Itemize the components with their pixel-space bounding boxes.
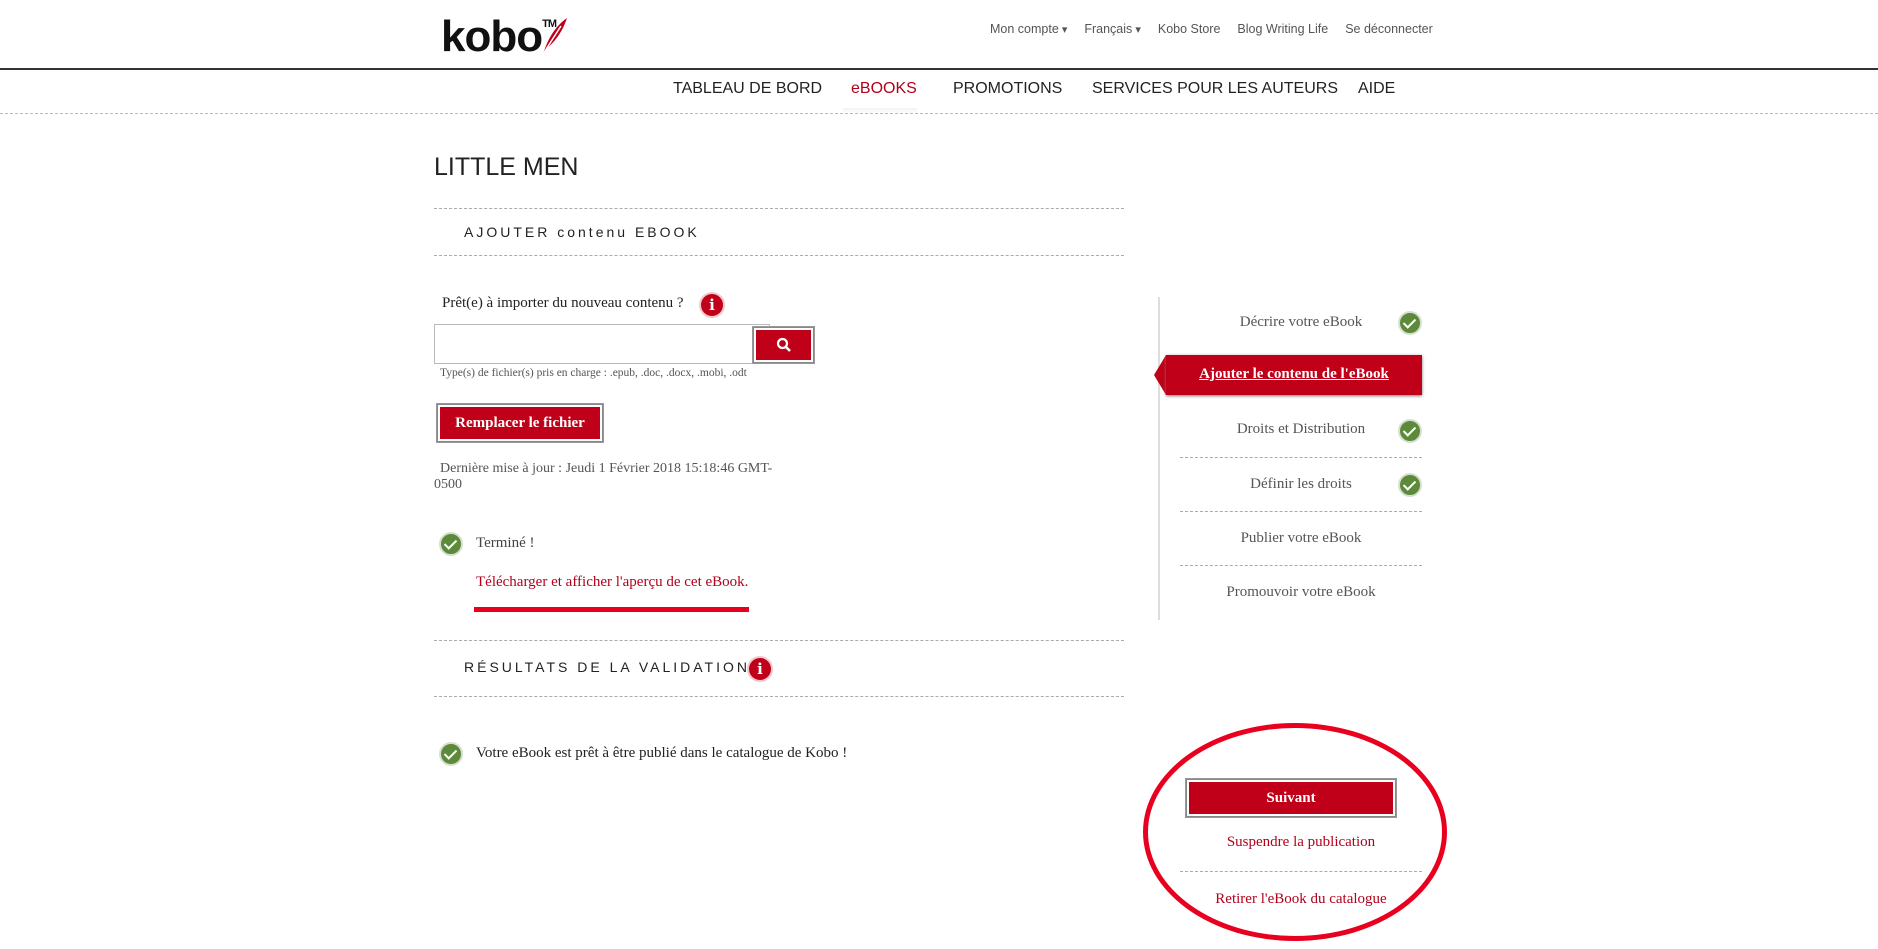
nav-ebooks[interactable]: eBOOKS <box>851 80 917 98</box>
step-divider <box>1180 565 1422 566</box>
step-publish[interactable]: Publier votre eBook <box>1180 530 1422 547</box>
active-arrow <box>1154 355 1166 395</box>
check-icon <box>439 742 463 766</box>
kobo-store-link[interactable]: Kobo Store <box>1158 22 1221 36</box>
check-icon <box>1398 473 1422 497</box>
add-content-heading: AJOUTER contenu EBOOK <box>464 224 700 240</box>
header-divider <box>0 68 1878 70</box>
check-icon <box>439 532 463 556</box>
step-define-rights[interactable]: Définir les droits <box>1180 476 1422 493</box>
section-divider <box>434 696 1124 697</box>
steps-border <box>1158 297 1160 620</box>
section-divider <box>434 255 1124 256</box>
section-divider <box>434 640 1124 641</box>
step-add-content[interactable]: Ajouter le contenu de l'eBook <box>1154 355 1422 395</box>
blog-link[interactable]: Blog Writing Life <box>1237 22 1328 36</box>
validation-heading: RÉSULTATS DE LA VALIDATION <box>464 659 750 675</box>
annotation-underline <box>474 607 749 612</box>
logout-link[interactable]: Se déconnecter <box>1345 22 1433 36</box>
top-links: Mon compte Français Kobo Store Blog Writ… <box>990 22 1433 36</box>
nav-promotions[interactable]: PROMOTIONS <box>953 80 1062 98</box>
file-types-hint: Type(s) de fichier(s) pris en charge : .… <box>440 367 747 379</box>
feather-icon <box>542 18 567 55</box>
info-icon[interactable]: i <box>749 658 771 680</box>
check-icon <box>1398 311 1422 335</box>
step-divider <box>1180 457 1422 458</box>
step-promote[interactable]: Promouvoir votre eBook <box>1180 584 1422 601</box>
validation-message: Votre eBook est prêt à être publié dans … <box>476 745 848 761</box>
step-divider <box>1180 511 1422 512</box>
nav-help[interactable]: AIDE <box>1358 80 1395 98</box>
logo-text: kobo <box>441 12 543 61</box>
check-icon <box>1398 419 1422 443</box>
last-update: Dernière mise à jour : Jeudi 1 Février 2… <box>440 461 773 476</box>
section-divider <box>434 208 1124 209</box>
annotation-ellipse <box>1143 723 1447 941</box>
replace-file-button[interactable]: Remplacer le fichier <box>437 404 603 442</box>
search-icon <box>776 337 791 352</box>
file-input[interactable] <box>434 324 770 364</box>
nav-author-services[interactable]: SERVICES POUR LES AUTEURS <box>1092 80 1338 98</box>
account-menu[interactable]: Mon compte <box>990 22 1067 36</box>
last-update-tz: 0500 <box>434 477 462 492</box>
nav-divider <box>0 113 1878 114</box>
page-title: LITTLE MEN <box>434 153 579 181</box>
language-menu[interactable]: Français <box>1084 22 1141 36</box>
step-add-content-label: Ajouter le contenu de l'eBook <box>1199 366 1389 382</box>
browse-button[interactable] <box>753 327 814 363</box>
import-prompt: Prêt(e) à importer du nouveau contenu ? <box>442 295 684 311</box>
done-label: Terminé ! <box>476 535 535 551</box>
info-icon[interactable]: i <box>701 294 723 316</box>
kobo-logo[interactable]: koboTM <box>441 12 567 62</box>
download-preview-link[interactable]: Télécharger et afficher l'aperçu de cet … <box>476 574 748 591</box>
nav-dashboard[interactable]: TABLEAU DE BORD <box>673 80 822 98</box>
step-describe[interactable]: Décrire votre eBook <box>1180 314 1422 331</box>
step-rights-distribution[interactable]: Droits et Distribution <box>1180 421 1422 438</box>
main-nav: TABLEAU DE BORD eBOOKS PROMOTIONS SERVIC… <box>0 80 1878 100</box>
